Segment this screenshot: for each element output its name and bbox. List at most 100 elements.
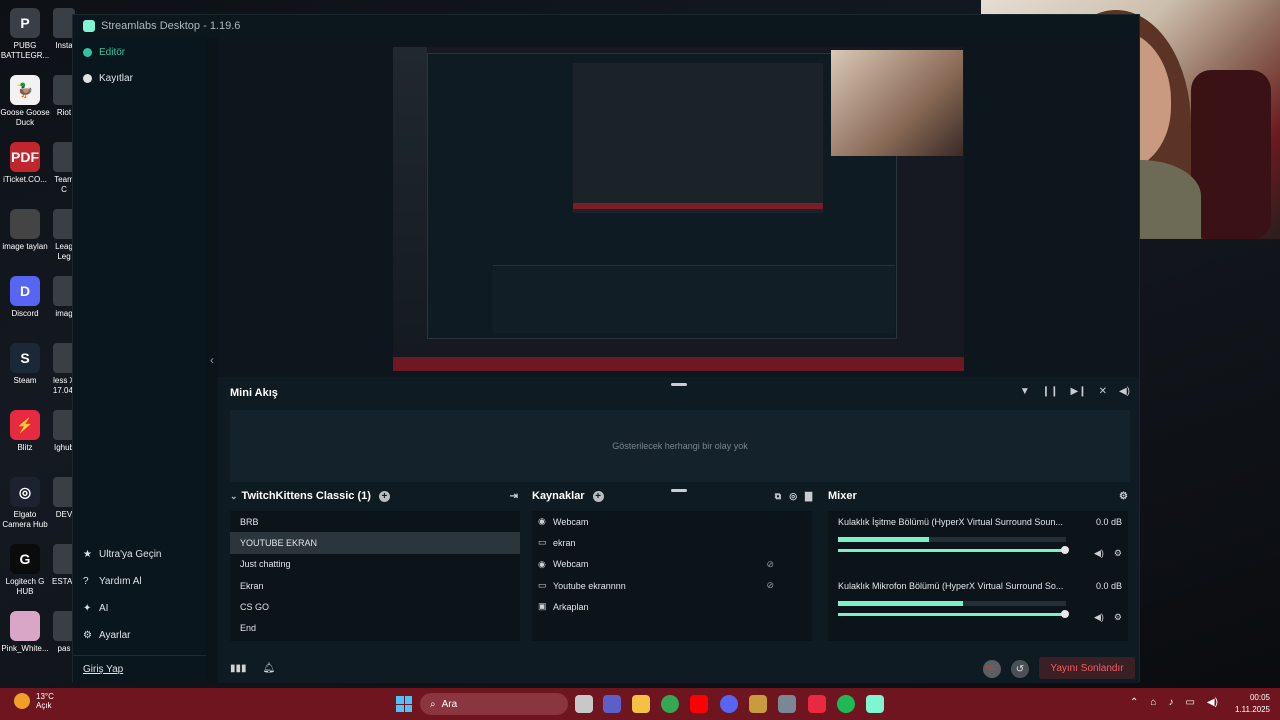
- skip-icon[interactable]: ▶❙: [1071, 386, 1087, 397]
- pause-icon[interactable]: ❙❙: [1042, 386, 1059, 397]
- scene-collection-title[interactable]: TwitchKittens Classic (1): [242, 490, 371, 502]
- chrome-icon[interactable]: [661, 695, 679, 713]
- mixer-channel-header: Kulaklık Mikrofon Bölümü (HyperX Virtual…: [838, 581, 1122, 591]
- desktop-icon-label: Discord: [11, 309, 39, 318]
- hidden-eye-icon[interactable]: ⊘: [766, 580, 774, 591]
- discord-icon[interactable]: [720, 695, 738, 713]
- volume-meter: [838, 601, 1066, 606]
- teams-icon[interactable]: [603, 695, 621, 713]
- desktop-icon[interactable]: Pink_White...: [0, 611, 50, 654]
- source-duplicate-icon[interactable]: ⧉: [775, 491, 781, 502]
- nav-ai[interactable]: ✦ AI: [73, 595, 206, 622]
- scene-item[interactable]: BRB: [230, 511, 520, 532]
- mute-volume-icon[interactable]: ◀): [1094, 548, 1104, 559]
- sidebar: Editör Kayıtlar ★ Ultra'ya Geçin ? Yardı…: [73, 37, 206, 683]
- desktop-icon[interactable]: ◎ Elgato Camera Hub: [0, 477, 50, 530]
- blitz-icon[interactable]: [808, 695, 826, 713]
- source-item[interactable]: ▭ Youtube ekrannnn ⊘: [532, 575, 812, 596]
- source-visibility-icon[interactable]: ◎: [789, 491, 797, 502]
- stream-preview[interactable]: [393, 47, 964, 371]
- league-icon[interactable]: [749, 695, 767, 713]
- gear-icon: ⚙: [83, 630, 92, 641]
- mute-volume-icon[interactable]: ◀): [1094, 612, 1104, 623]
- scene-item[interactable]: YOUTUBE EKRAN: [230, 532, 520, 554]
- collapse-icon[interactable]: ⌄: [230, 491, 238, 502]
- chevron-up-icon[interactable]: ⌃: [1130, 697, 1138, 708]
- taskbar-search[interactable]: ⌕ Ara: [420, 693, 568, 715]
- login-link[interactable]: Giriş Yap: [73, 655, 206, 675]
- spotify-icon[interactable]: [837, 695, 855, 713]
- desktop-icon[interactable]: G Logitech G HUB: [0, 544, 50, 597]
- notification-bell-icon[interactable]: 🔔︎: [263, 663, 276, 674]
- mixer-header: Mixer ⚙: [828, 485, 1128, 507]
- folder-icon[interactable]: ▇: [805, 491, 812, 502]
- start-button[interactable]: [396, 696, 412, 712]
- volume-slider[interactable]: [838, 610, 1069, 618]
- display-icon[interactable]: ▭: [1185, 697, 1194, 708]
- title-bar[interactable]: Streamlabs Desktop - 1.19.6: [73, 15, 1139, 37]
- collapse-sidebar-button[interactable]: ‹: [206, 37, 218, 683]
- youtube-icon[interactable]: [690, 695, 708, 713]
- nav-settings[interactable]: ⚙ Ayarlar: [73, 622, 206, 649]
- desktop-icon[interactable]: D Discord: [0, 276, 50, 319]
- nav-ultra[interactable]: ★ Ultra'ya Geçin: [73, 541, 206, 568]
- desktop-icon[interactable]: 🦆 Goose Goose Duck: [0, 75, 50, 128]
- channel-settings-icon[interactable]: ⚙: [1114, 548, 1122, 559]
- settings-app-icon[interactable]: [778, 695, 796, 713]
- desktop-icon[interactable]: S Steam: [0, 343, 50, 386]
- volume-slider-knob[interactable]: [1061, 610, 1069, 618]
- task-view-icon[interactable]: [575, 695, 593, 713]
- scene-item[interactable]: Just chatting: [230, 554, 520, 575]
- mute-alerts-icon[interactable]: ✕: [1099, 386, 1107, 397]
- transition-icon[interactable]: ⇥: [510, 491, 518, 502]
- source-item[interactable]: ◉ Webcam ⊘: [532, 554, 812, 575]
- window-title: Streamlabs Desktop - 1.19.6: [101, 20, 241, 32]
- volume-slider[interactable]: [838, 546, 1069, 554]
- record-label: REC: [985, 666, 999, 672]
- chevron-left-icon: ‹: [210, 353, 214, 367]
- streamlabs-taskbar-icon[interactable]: [866, 695, 884, 713]
- source-item[interactable]: ▭ ekran: [532, 532, 812, 553]
- system-tray: ⌃ ⌂ ♪ ▭ ◀): [1130, 697, 1218, 708]
- scene-item[interactable]: End: [230, 617, 520, 638]
- replay-buffer-button[interactable]: ↺: [1011, 660, 1029, 678]
- preview-webcam: [831, 50, 963, 156]
- clock[interactable]: 00:05 1.11.2025: [1235, 692, 1270, 716]
- desktop-icon[interactable]: image taylan: [0, 209, 50, 252]
- nav-editor[interactable]: Editör: [73, 39, 206, 65]
- desktop-icon[interactable]: P PUBG BATTLEGR...: [0, 8, 50, 61]
- desktop-icon-label: Blitz: [17, 443, 33, 452]
- scene-item[interactable]: CS GO: [230, 596, 520, 617]
- scene-item[interactable]: Ekran: [230, 575, 520, 596]
- mini-feed-title: Mini Akış: [230, 387, 278, 399]
- desktop-icon[interactable]: PDF iTicket.CO...: [0, 142, 50, 185]
- source-label: Webcam: [553, 516, 589, 527]
- channel-settings-icon[interactable]: ⚙: [1114, 612, 1122, 623]
- nav-recordings[interactable]: Kayıtlar: [73, 65, 206, 91]
- hidden-eye-icon[interactable]: ⊘: [766, 559, 774, 570]
- record-button[interactable]: REC: [983, 660, 1001, 678]
- weather-widget[interactable]: 13°C Açık: [14, 692, 54, 710]
- end-stream-button[interactable]: Yayını Sonlandır: [1039, 657, 1135, 679]
- file-explorer-icon[interactable]: [632, 695, 650, 713]
- source-item[interactable]: ◉ Webcam: [532, 511, 812, 532]
- monitor-icon: ▭: [538, 580, 547, 591]
- mixer-channel: Kulaklık Mikrofon Bölümü (HyperX Virtual…: [828, 575, 1128, 639]
- volume-icon[interactable]: ◀): [1119, 386, 1130, 397]
- mixer-settings-icon[interactable]: ⚙: [1119, 491, 1128, 502]
- sources-title: Kaynaklar: [532, 490, 585, 502]
- speaker-icon[interactable]: ◀): [1207, 697, 1218, 708]
- mic-icon[interactable]: ♪: [1168, 697, 1173, 708]
- desktop-icon[interactable]: ⚡ Blitz: [0, 410, 50, 453]
- source-item[interactable]: ▣ Arkaplan: [532, 596, 812, 617]
- filter-icon[interactable]: ▼: [1020, 386, 1030, 397]
- network-icon[interactable]: ⌂: [1150, 697, 1156, 708]
- source-label: Arkaplan: [553, 601, 589, 612]
- mixer-channel-buttons: ◀) ⚙: [1094, 612, 1122, 623]
- volume-slider-knob[interactable]: [1061, 546, 1069, 554]
- nav-help[interactable]: ? Yardım Al: [73, 568, 206, 595]
- add-source-button[interactable]: +: [592, 490, 604, 502]
- add-scene-button[interactable]: +: [378, 490, 390, 502]
- mini-feed: Mini Akış ▼ ❙❙ ▶❙ ✕ ◀) Gösterilecek herh…: [230, 382, 1130, 482]
- stats-icon[interactable]: ▮▮▮: [230, 663, 247, 674]
